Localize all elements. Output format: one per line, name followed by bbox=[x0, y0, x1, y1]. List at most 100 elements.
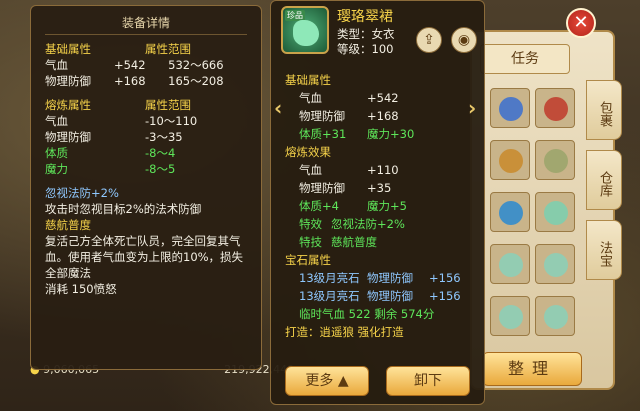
refine-attr-header: 熔炼属性 bbox=[45, 98, 91, 112]
eye-icon[interactable]: ◉ bbox=[451, 27, 477, 53]
equipment-detail-panel: 装备详情 基础属性 属性范围 气血 +542 532～666 物理防御 +168… bbox=[30, 5, 262, 370]
tab-task[interactable]: 任务 bbox=[480, 44, 570, 74]
refine-row: 魔力 -8～5 bbox=[45, 161, 247, 177]
item-icon bbox=[499, 97, 523, 121]
bag-slot[interactable] bbox=[490, 192, 530, 232]
gem-stat: 物理防御 bbox=[367, 289, 413, 303]
refine-header: 熔炼效果 bbox=[285, 145, 331, 159]
attr-row: 气血 +542 bbox=[285, 89, 475, 107]
item-icon bbox=[499, 149, 523, 173]
attr-name: 体质 bbox=[45, 146, 68, 160]
bag-slot[interactable] bbox=[490, 88, 530, 128]
item-attributes: 基础属性 气血 +542 物理防御 +168 体质+31 魔力+30 熔炼效果 … bbox=[285, 71, 475, 341]
skill-cost: 消耗 150愤怒 bbox=[45, 282, 117, 296]
attr-name: 气血 bbox=[299, 91, 322, 105]
base-attr-header: 基础属性 bbox=[45, 42, 91, 56]
range-header: 属性范围 bbox=[145, 98, 191, 112]
attr-range: -8～5 bbox=[145, 162, 176, 176]
refine-row: 气血 -10～110 bbox=[45, 113, 247, 129]
attr-bonus: 魔力+5 bbox=[367, 199, 407, 213]
unequip-button[interactable]: 卸下 bbox=[386, 366, 470, 396]
attr-row: 物理防御 +168 165～208 bbox=[45, 73, 247, 89]
bag-slot[interactable] bbox=[490, 296, 530, 336]
side-tab-warehouse[interactable]: 仓库 bbox=[586, 150, 622, 210]
temp-hp: 临时气血 522 剩余 574分 bbox=[299, 307, 435, 321]
refine-attr-header-row: 熔炼属性 属性范围 bbox=[45, 97, 247, 113]
attr-row: 体质+31 魔力+30 bbox=[285, 125, 475, 143]
attr-name: 物理防御 bbox=[299, 181, 345, 195]
base-attr-header-row: 基础属性 属性范围 bbox=[45, 41, 247, 57]
attr-name: 物理防御 bbox=[45, 130, 91, 144]
gem-value: +156 bbox=[429, 289, 461, 303]
base-attr-header: 基础属性 bbox=[285, 73, 331, 87]
special-effect-row: 特效 忽视法防+2% bbox=[285, 215, 475, 233]
share-icon[interactable]: ⇪ bbox=[416, 27, 442, 53]
attr-name: 物理防御 bbox=[45, 74, 91, 88]
item-icon[interactable]: 珍品 bbox=[281, 6, 329, 54]
close-button[interactable]: ✕ bbox=[566, 8, 596, 38]
attr-value: +168 bbox=[113, 74, 146, 88]
attr-range: -3～35 bbox=[145, 130, 183, 144]
attr-range: -8～4 bbox=[145, 146, 176, 160]
side-tab-bag[interactable]: 包裹 bbox=[586, 80, 622, 140]
attr-value: +110 bbox=[367, 163, 399, 177]
attr-value: +542 bbox=[367, 91, 399, 105]
attr-name: 气血 bbox=[45, 58, 68, 72]
special-effect-label: 特效 bbox=[299, 217, 322, 231]
item-icon bbox=[544, 149, 568, 173]
range-header: 属性范围 bbox=[145, 42, 191, 56]
attr-value: +35 bbox=[367, 181, 392, 195]
side-tab-treasure[interactable]: 法宝 bbox=[586, 220, 622, 280]
item-icon bbox=[544, 201, 568, 225]
item-level: 等级：100 bbox=[337, 42, 394, 56]
bag-slot[interactable] bbox=[535, 296, 575, 336]
item-name: 璎珞翠裙 bbox=[337, 9, 393, 25]
attr-bonus: 魔力+30 bbox=[367, 127, 415, 141]
attr-range: 165～208 bbox=[168, 74, 224, 88]
forge-info: 打造：逍遥狼 强化打造 bbox=[285, 325, 404, 339]
attr-name: 气血 bbox=[299, 163, 322, 177]
bag-slot[interactable] bbox=[535, 88, 575, 128]
item-type: 类型：女衣 bbox=[337, 27, 395, 41]
dress-icon bbox=[293, 20, 319, 46]
skill-name: 慈航普度 bbox=[45, 218, 91, 232]
gem-stat: 物理防御 bbox=[367, 271, 413, 285]
attr-name: 魔力 bbox=[45, 162, 68, 176]
gem-value: +156 bbox=[429, 271, 461, 285]
bag-slot[interactable] bbox=[490, 244, 530, 284]
item-card: 珍品 璎珞翠裙 类型：女衣 等级：100 ⇪ ◉ ‹ › 基础属性 气血 +54… bbox=[270, 0, 485, 405]
attr-value: +168 bbox=[367, 109, 399, 123]
bag-slot[interactable] bbox=[535, 192, 575, 232]
refine-row: 物理防御 -3～35 bbox=[45, 129, 247, 145]
bag-slot[interactable] bbox=[535, 140, 575, 180]
gem-header: 宝石属性 bbox=[285, 253, 331, 267]
gem-row: 13级月亮石 物理防御 +156 bbox=[285, 287, 475, 305]
gem-row: 13级月亮石 物理防御 +156 bbox=[285, 269, 475, 287]
attr-range: 532～666 bbox=[168, 58, 224, 72]
bag-slot[interactable] bbox=[490, 140, 530, 180]
item-icon bbox=[499, 201, 523, 225]
special-skill-row: 特技 慈航普度 bbox=[285, 233, 475, 251]
prev-arrow-icon[interactable]: ‹ bbox=[274, 96, 282, 120]
attr-row: 物理防御 +168 bbox=[285, 107, 475, 125]
attr-row: 体质+4 魔力+5 bbox=[285, 197, 475, 215]
organize-button[interactable]: 整理 bbox=[482, 352, 582, 386]
bag-slot[interactable] bbox=[535, 244, 575, 284]
more-button[interactable]: 更多 ▲ bbox=[285, 366, 369, 396]
attr-row: 物理防御 +35 bbox=[285, 179, 475, 197]
gem-name: 13级月亮石 bbox=[299, 289, 360, 303]
item-icon bbox=[544, 97, 568, 121]
special-effect-value: 忽视法防+2% bbox=[331, 217, 405, 231]
item-icon bbox=[499, 253, 523, 277]
item-icon bbox=[499, 305, 523, 329]
attr-value: +542 bbox=[113, 58, 146, 72]
special-skill-label: 特技 bbox=[299, 235, 322, 249]
attr-bonus: 体质+4 bbox=[299, 199, 339, 213]
skill-description: 复活己方全体死亡队员，完全回复其气血。使用者气血变为上限的10%，损失全部魔法 bbox=[45, 234, 244, 280]
attr-row: 气血 +542 532～666 bbox=[45, 57, 247, 73]
attr-bonus: 体质+31 bbox=[299, 127, 347, 141]
attr-name: 气血 bbox=[45, 114, 68, 128]
panel-title: 装备详情 bbox=[45, 14, 247, 35]
effect-description: 攻击时忽视目标2%的法术防御 bbox=[45, 202, 202, 216]
special-skill-value: 慈航普度 bbox=[331, 235, 377, 249]
